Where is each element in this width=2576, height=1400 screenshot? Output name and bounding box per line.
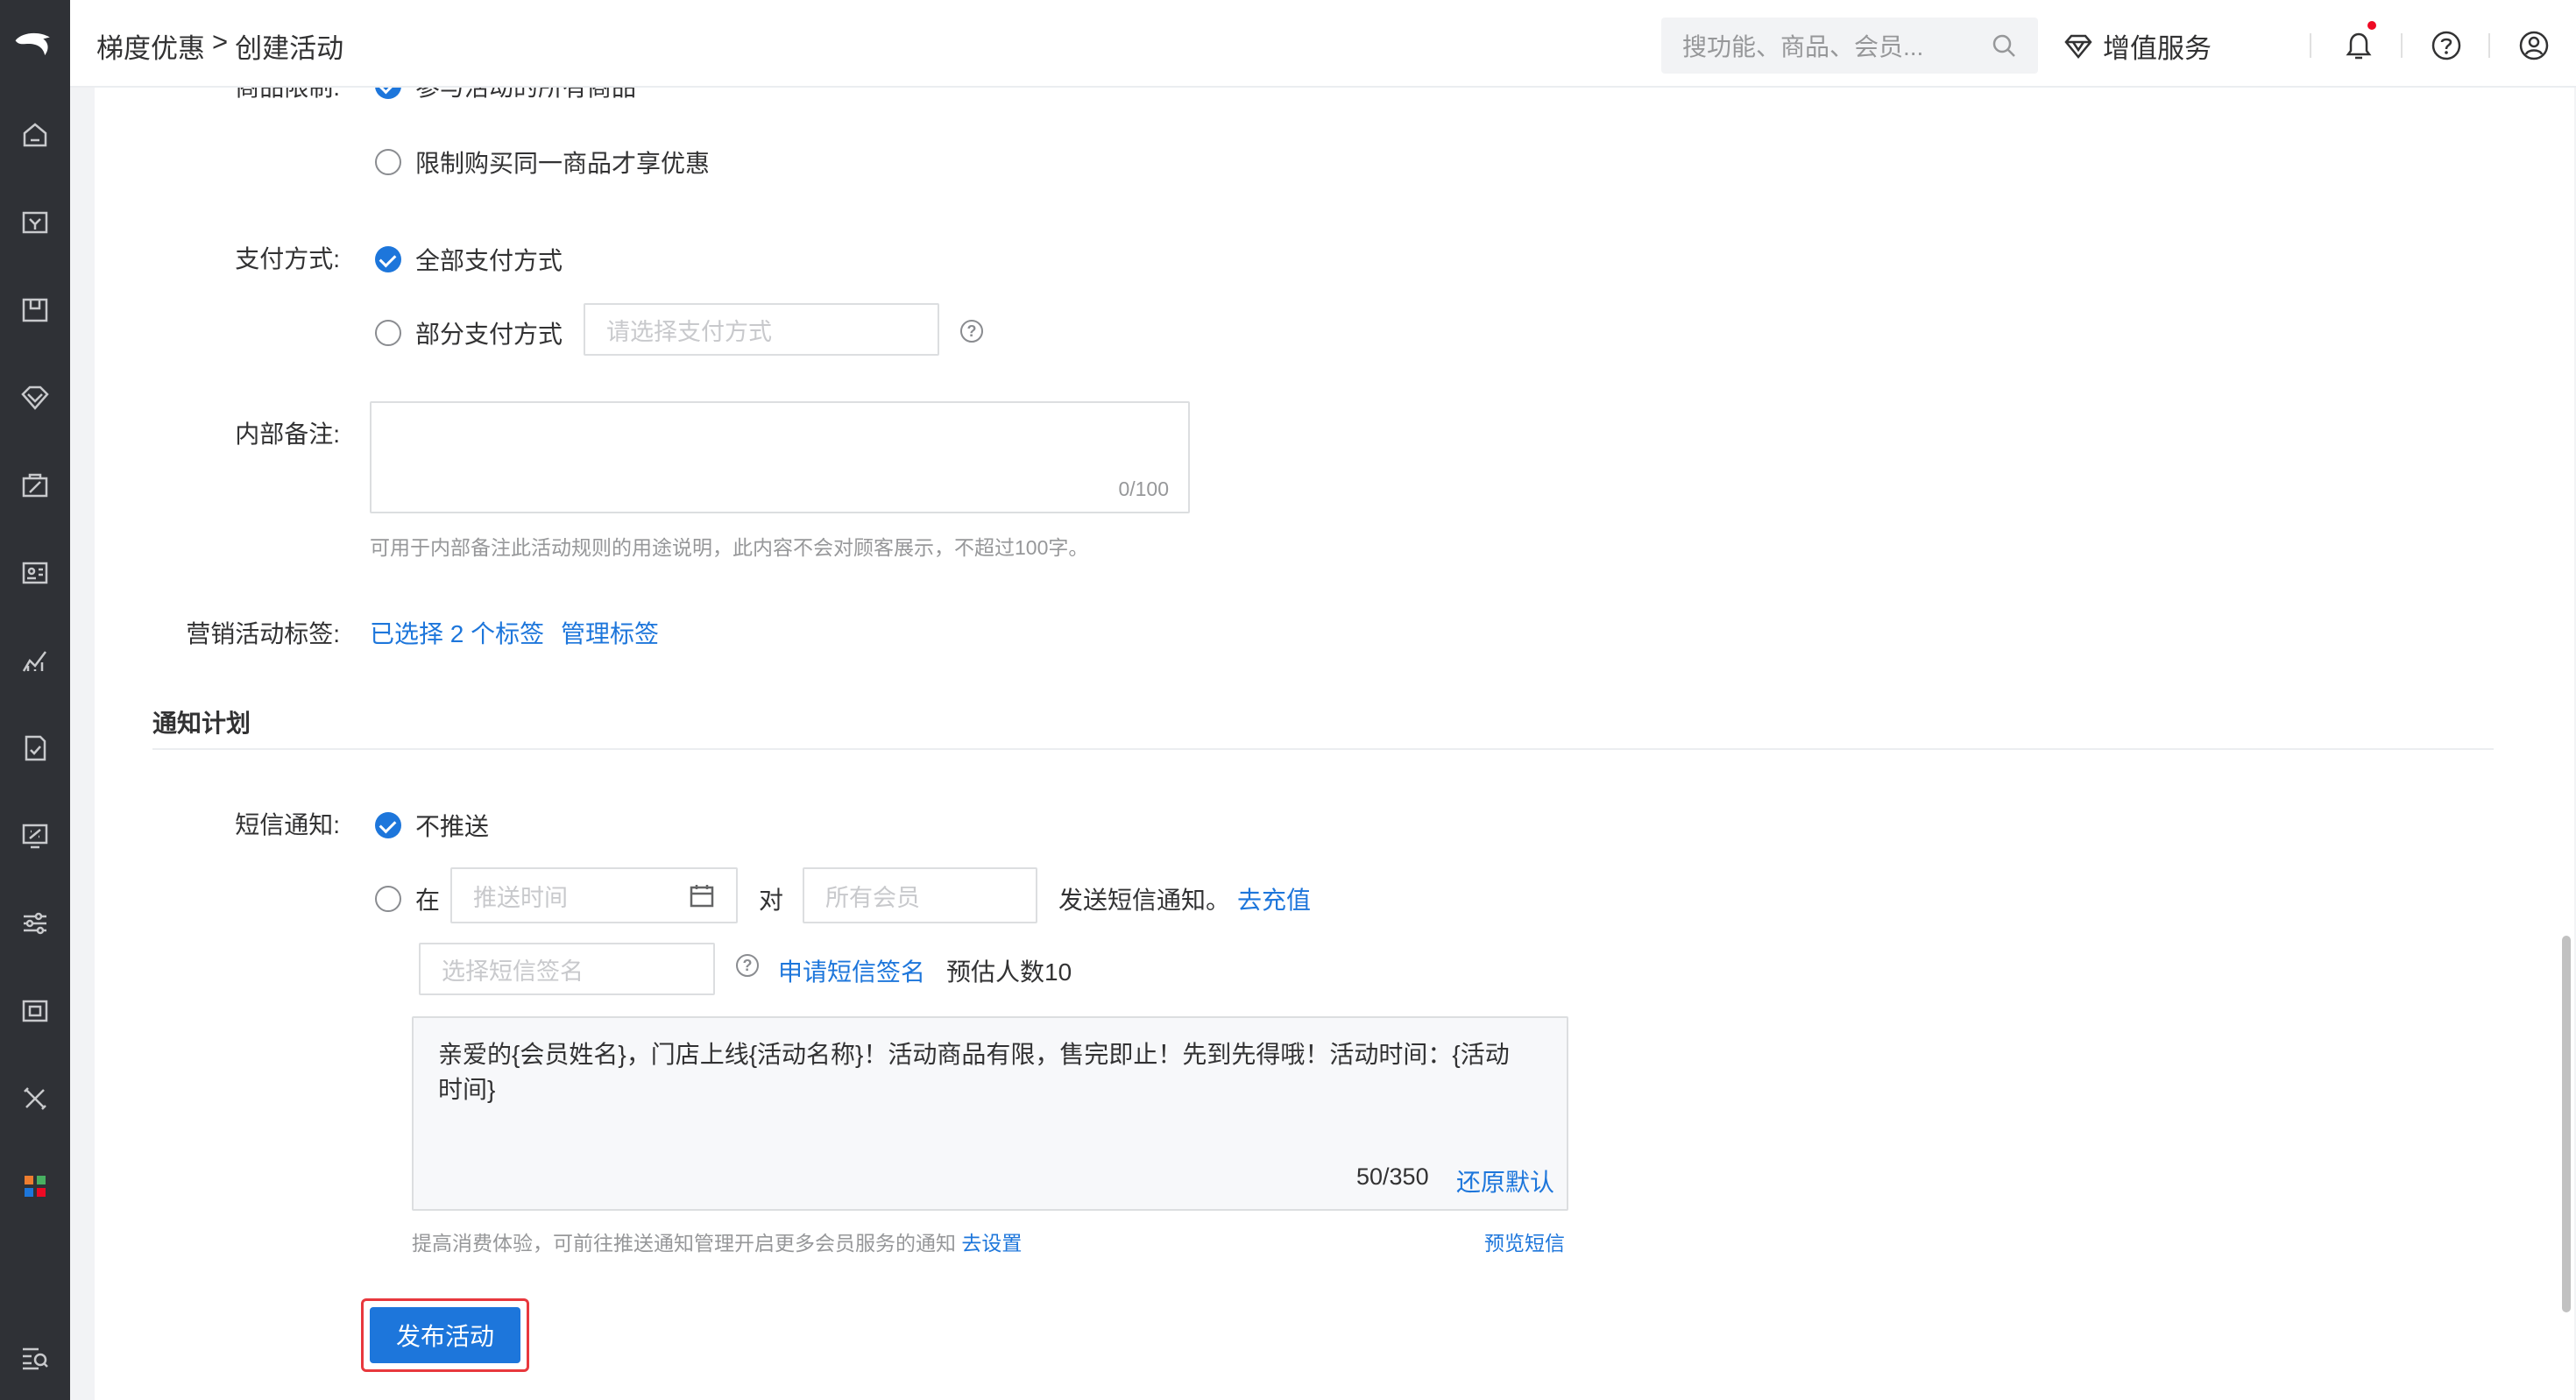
payment-method-select[interactable]: 请选择支付方式 [584,303,939,356]
goods-limit-option-all-label: 参与活动的所有商品 [415,88,636,102]
sms-option-none[interactable]: 不推送 [375,808,489,843]
notification-dot [2367,21,2376,30]
payment-label: 支付方式: [235,245,340,272]
preview-sms-link[interactable]: 预览短信 [1484,1227,1565,1256]
goods-limit-option-all[interactable]: 参与活动的所有商品 [375,88,636,102]
calendar-icon[interactable] [689,882,715,909]
member-select[interactable]: 所有会员 [803,867,1037,923]
store-icon[interactable] [18,205,53,240]
restore-default-link[interactable]: 还原默认 [1456,1163,1554,1198]
search-menu-icon[interactable] [18,1340,53,1375]
recharge-link[interactable]: 去充值 [1237,881,1311,916]
estimated-recipients: 预估人数10 [946,958,1072,986]
sms-option-scheduled[interactable]: 在 [375,881,440,916]
radio-icon[interactable] [375,320,401,346]
app-logo[interactable] [0,0,70,88]
payment-option-partial[interactable]: 部分支付方式 [375,315,563,350]
user-avatar-icon[interactable] [2516,28,2551,63]
goods-limit-row: 商品限制: 参与活动的所有商品 [77,88,953,102]
search-icon[interactable] [1991,32,2017,59]
remark-label: 内部备注: [235,421,340,448]
sms-message-line1: 亲爱的{会员姓名}，门店上线{活动名称}！活动商品有限，售完即止！先到先得哦！活… [438,1041,1510,1068]
channel-icon[interactable] [18,818,53,853]
value-added-service-label: 增值服务 [2103,33,2212,64]
radio-checked-icon[interactable] [375,812,401,838]
payment-option-all[interactable]: 全部支付方式 [375,242,563,277]
search-placeholder: 搜功能、商品、会员... [1682,33,1924,60]
sms-send-text: 发送短信通知。 [1058,887,1231,914]
payment-option-all-label: 全部支付方式 [415,247,563,274]
member-icon[interactable] [18,380,53,415]
notify-footer-hint-text: 提高消费体验，可前往推送通知管理开启更多会员服务的通知 [412,1232,956,1255]
sms-option-none-label: 不推送 [415,813,490,840]
payment-help-icon[interactable]: ? [960,320,983,343]
breadcrumb-home[interactable]: 梯度优惠 [96,26,205,66]
value-added-service-button[interactable]: 增值服务 [2063,26,2212,66]
diamond-icon [2064,34,2092,59]
remark-textarea[interactable]: 0/100 [370,401,1190,513]
goods-limit-label: 商品限制: [77,88,340,102]
sms-notify-label: 短信通知: [235,811,340,838]
content-scrollbar[interactable] [2562,936,2571,1312]
notify-section-title: 通知计划 [152,710,251,737]
header-divider [2401,33,2403,58]
publish-button[interactable]: 发布活动 [370,1307,520,1363]
settings-icon[interactable] [18,906,53,941]
goods-limit-option-same[interactable]: 限制购买同一商品才享优惠 [375,145,710,180]
payment-option-partial-label: 部分支付方式 [415,321,563,348]
radio-icon[interactable] [375,149,401,175]
go-settings-link[interactable]: 去设置 [961,1232,1022,1255]
customer-icon[interactable] [18,555,53,590]
remark-hint: 可用于内部备注此活动规则的用途说明，此内容不会对顾客展示，不超过100字。 [370,536,1089,559]
device-icon[interactable] [18,993,53,1029]
finance-icon[interactable] [18,731,53,766]
logo-icon [15,32,50,56]
sms-message-editor[interactable]: 亲爱的{会员姓名}，门店上线{活动名称}！活动商品有限，售完即止！先到先得哦！活… [412,1016,1568,1211]
selected-tags-link[interactable]: 已选择 2 个标签 [370,615,544,650]
sidebar [0,0,70,1400]
notify-footer-hint: 提高消费体验，可前往推送通知管理开启更多会员服务的通知 去设置 [412,1227,1022,1256]
apps-icon[interactable] [18,1169,53,1204]
member-placeholder: 所有会员 [825,884,920,911]
analytics-icon[interactable] [18,643,53,678]
sms-signature-placeholder: 选择短信签名 [442,958,584,985]
sms-signature-select[interactable]: 选择短信签名 [419,943,715,995]
payment-method-placeholder: 请选择支付方式 [606,318,772,345]
goods-limit-option-same-label: 限制购买同一商品才享优惠 [415,150,711,177]
header-divider [2488,33,2490,58]
section-divider [152,748,2494,750]
push-time-placeholder: 推送时间 [473,884,568,911]
tools-icon[interactable] [18,1081,53,1116]
tags-label: 营销活动标签: [186,620,340,647]
breadcrumb-current: 创建活动 [235,33,344,64]
bell-icon[interactable] [2341,28,2376,63]
sms-signature-help-icon[interactable]: ? [736,954,759,977]
radio-checked-icon[interactable] [375,246,401,272]
sms-message-counter: 50/350 [1356,1163,1429,1190]
remark-counter: 0/100 [1118,477,1169,500]
manage-tags-link[interactable]: 管理标签 [561,615,659,650]
header-divider [2310,33,2311,58]
radio-icon[interactable] [375,886,401,912]
help-icon[interactable] [2429,28,2464,63]
breadcrumb: 梯度优惠 > 创建活动 [96,26,343,66]
apply-signature-link[interactable]: 申请短信签名 [778,953,925,988]
push-time-picker[interactable]: 推送时间 [450,867,738,923]
goods-icon[interactable] [18,293,53,328]
global-search-input[interactable]: 搜功能、商品、会员... [1661,18,2038,74]
breadcrumb-separator: > [212,26,229,57]
radio-checked-icon[interactable] [375,88,401,99]
sms-option-at-label: 在 [415,887,441,914]
sms-to-label: 对 [759,887,784,914]
marketing-icon[interactable] [18,468,53,503]
home-icon[interactable] [18,117,53,152]
sms-message-line2: 时间} [438,1076,496,1103]
